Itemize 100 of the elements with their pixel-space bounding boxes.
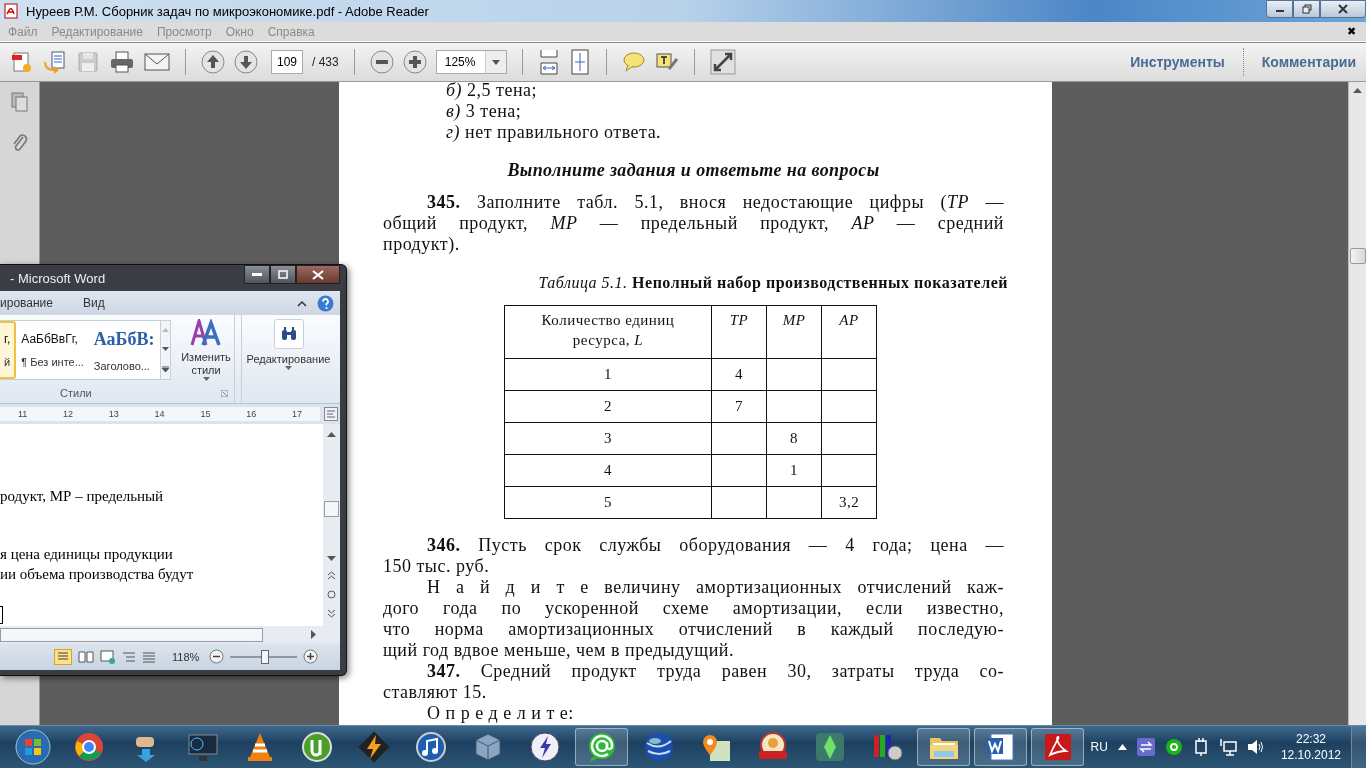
window-title: Нуреев Р.М. Сборник задач по микроэкономике.pdf - Adobe Reader — [26, 3, 429, 19]
network-icon[interactable] — [1218, 738, 1237, 756]
scroll-thumb[interactable] — [0, 627, 263, 642]
help-icon[interactable] — [317, 294, 334, 312]
table-cell — [821, 454, 877, 487]
arrow-up-icon[interactable] — [201, 50, 225, 74]
previous-page-icon[interactable] — [327, 571, 336, 580]
scroll-up-icon[interactable] — [327, 432, 336, 437]
editing-button[interactable]: Редактирование — [241, 315, 335, 403]
print-icon[interactable] — [109, 50, 135, 74]
volume-icon[interactable] — [1246, 739, 1265, 755]
scroll-down-icon[interactable] — [161, 347, 169, 351]
ribbon-tab[interactable]: ирование — [0, 296, 53, 310]
comment-icon[interactable] — [621, 51, 646, 73]
browse-object-icon[interactable] — [327, 590, 336, 599]
more-icon[interactable] — [161, 365, 169, 372]
section-heading: Выполните задания и ответьте на вопросы — [506, 160, 881, 181]
arrow-down-icon[interactable] — [234, 50, 258, 74]
collapse-ribbon-icon[interactable] — [297, 299, 307, 307]
zoom-out-icon[interactable] — [209, 649, 225, 664]
taskbar-button[interactable] — [1031, 728, 1084, 766]
text-line: щий год вдвое меньше, чем в предыдущий. — [383, 640, 735, 661]
restore-icon — [1301, 4, 1312, 14]
scroll-thumb[interactable] — [1349, 248, 1366, 264]
taskbar-button[interactable] — [575, 728, 628, 766]
paperclip-icon[interactable] — [10, 132, 29, 154]
slider-thumb[interactable] — [261, 649, 269, 664]
table-cell: 2 — [504, 390, 712, 423]
text-line: 150 тыс. руб. — [383, 556, 491, 577]
text-line: ставляют 15. — [383, 682, 488, 703]
ribbon-tab[interactable]: Вид — [82, 296, 105, 310]
scrollbar[interactable] — [323, 424, 340, 626]
web-layout-icon[interactable] — [100, 649, 116, 664]
document-arrow-icon[interactable] — [43, 50, 67, 74]
fit-page-icon[interactable] — [568, 49, 591, 75]
text-line: 345. Заполните табл. 5.1, внося недостающие цифры (TP — — [426, 192, 1004, 213]
language-indicator[interactable]: RU — [1090, 740, 1108, 754]
style-item[interactable]: АаБбВвГг, ¶ Без инте... — [16, 321, 89, 379]
tools-panel-link[interactable]: Инструменты — [1130, 54, 1225, 70]
next-page-icon[interactable] — [327, 609, 336, 618]
dialog-launcher-icon[interactable] — [221, 389, 228, 397]
text-line: Н а й д и т е величину амортизационных отчислений каж- — [426, 577, 1004, 598]
show-hidden-icons-icon[interactable] — [1117, 744, 1127, 750]
table-cell: 1 — [504, 358, 712, 391]
fullscreen-icon[interactable] — [709, 49, 736, 75]
text-line: ии объема производства будут — [0, 565, 195, 584]
taskbar-button[interactable] — [917, 728, 970, 766]
text-line: О п р е д е л и т е: — [426, 703, 575, 724]
zoom-in-icon[interactable] — [303, 649, 318, 664]
taskbar-button[interactable] — [974, 728, 1027, 766]
minimize-button[interactable] — [1266, 0, 1293, 18]
column-header: TP — [711, 305, 767, 359]
scrollbar[interactable] — [1348, 82, 1366, 725]
page-total: / 433 — [312, 55, 339, 69]
gem-icon — [813, 731, 846, 763]
table-cell — [711, 422, 767, 455]
view-ruler-icon[interactable] — [324, 407, 338, 421]
text-line: продукт). — [383, 234, 461, 255]
close-button[interactable] — [1320, 0, 1366, 18]
text-line: я цена единицы продукции — [0, 545, 174, 564]
answer-option: г) нет правильного ответа. — [383, 122, 1004, 143]
document-icon — [984, 731, 1017, 763]
answer-option: б) 2,5 тена; — [383, 82, 1004, 101]
text-line: что норма амортизационных отчислений в каждый последую- — [383, 619, 1004, 640]
table-cell: 1 — [766, 454, 822, 487]
scroll-thumb[interactable] — [324, 501, 339, 517]
scroll-down-icon[interactable] — [327, 556, 336, 561]
minimize-button[interactable] — [244, 265, 270, 284]
scroll-up-icon[interactable] — [1353, 88, 1362, 93]
table-caption: Таблица 5.1. Неполный набор производственных показателей — [537, 273, 1008, 293]
style-item[interactable]: г, й — [0, 321, 17, 379]
table-cell: 5 — [504, 486, 712, 519]
zoom-dropdown[interactable]: 125% — [435, 50, 507, 74]
page-number-field[interactable]: 109 — [271, 50, 303, 74]
restore-button[interactable] — [1293, 0, 1320, 18]
answer-option: в) 3 тена; — [383, 101, 1004, 122]
clock-time[interactable]: 22:32 — [1295, 731, 1326, 747]
clock-date[interactable]: 12.10.2012 — [1280, 747, 1341, 763]
create-pdf-icon[interactable] — [10, 50, 34, 74]
power-plug-icon[interactable] — [1192, 738, 1209, 756]
start-button[interactable] — [15, 729, 51, 765]
reading-layout-icon[interactable] — [78, 649, 94, 664]
change-styles-button[interactable]: Изменить стили — [175, 315, 237, 403]
close-icon — [312, 269, 324, 280]
email-icon[interactable] — [144, 51, 170, 73]
caret-icon — [285, 366, 292, 370]
fit-width-icon[interactable] — [537, 49, 560, 75]
style-item[interactable]: АаБбВ: Заголово... — [88, 321, 160, 379]
close-button[interactable] — [296, 265, 340, 284]
maximize-button[interactable] — [270, 265, 296, 284]
close-mark[interactable]: ✖ — [1347, 25, 1356, 38]
caret-icon — [202, 377, 210, 381]
sync-icon[interactable] — [1136, 738, 1155, 756]
column-header: AP — [821, 305, 877, 359]
comments-panel-link[interactable]: Комментарии — [1261, 54, 1356, 70]
zoom-out-icon[interactable] — [369, 50, 394, 74]
scroll-right-icon[interactable] — [311, 630, 316, 639]
at-sign-icon[interactable] — [1164, 738, 1183, 756]
zoom-in-icon[interactable] — [402, 50, 427, 74]
table-cell: 8 — [766, 422, 822, 455]
